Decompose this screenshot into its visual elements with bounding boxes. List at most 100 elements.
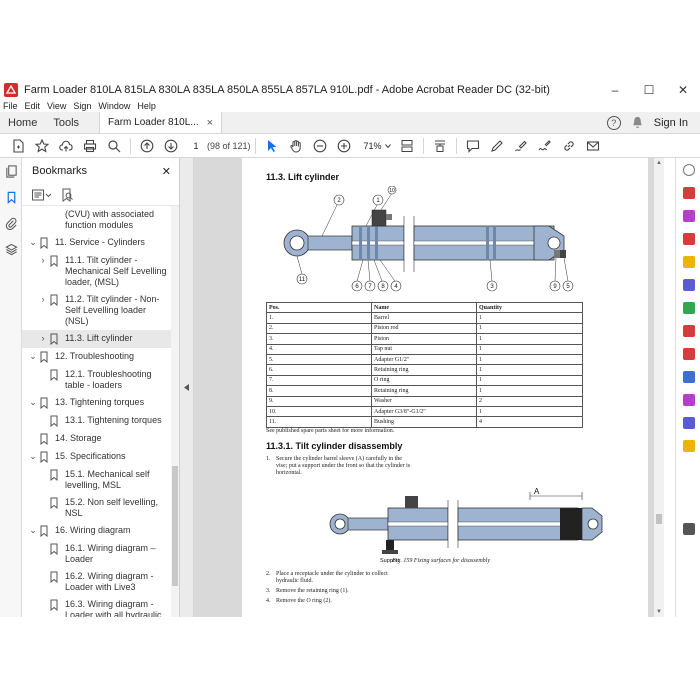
bell-icon[interactable]	[631, 116, 644, 129]
tab-home[interactable]: Home	[0, 112, 45, 133]
send-for-signature-tool-button[interactable]	[676, 411, 700, 434]
page-thumbnails-button[interactable]	[0, 158, 22, 184]
expand-chevron-icon[interactable]: ›	[38, 294, 48, 305]
bookmark-options-icon[interactable]	[32, 189, 52, 201]
close-window-button[interactable]: ✕	[666, 83, 700, 97]
step-text: horizontal.	[276, 470, 302, 476]
menu-file[interactable]: File	[3, 101, 18, 111]
bookmark-item[interactable]: 15.2. Non self levelling, NSL	[22, 494, 172, 522]
bookmark-item[interactable]: 13.1. Tightening torques	[22, 412, 172, 430]
redact-tool-button[interactable]	[676, 342, 700, 365]
combine-files-tool-button[interactable]	[676, 273, 700, 296]
create-pdf-button[interactable]	[6, 136, 30, 156]
right-tools-rail	[675, 158, 700, 617]
menu-sign[interactable]: Sign	[73, 101, 91, 111]
rotate-view-button[interactable]	[428, 136, 452, 156]
table-cell-quantity: 2	[476, 395, 583, 407]
bookmarks-panel-button[interactable]	[0, 184, 22, 210]
bookmark-item[interactable]: 16.3. Wiring diagram - Loader with all h…	[22, 596, 172, 617]
comment-search-tool-button[interactable]	[676, 158, 700, 181]
menu-window[interactable]: Window	[98, 101, 130, 111]
add-comment-button[interactable]	[461, 136, 485, 156]
compress-pdf-tool-button[interactable]	[676, 319, 700, 342]
print-button[interactable]	[78, 136, 102, 156]
sign-in-button[interactable]: Sign In	[654, 117, 688, 129]
menu-edit[interactable]: Edit	[25, 101, 41, 111]
bookmark-star-button[interactable]	[30, 136, 54, 156]
bookmark-item[interactable]: ⌄ 12. Troubleshooting	[22, 348, 172, 366]
help-icon[interactable]: ?	[606, 115, 621, 130]
menu-view[interactable]: View	[47, 101, 66, 111]
attachments-button[interactable]	[0, 210, 22, 236]
export-pdf-tool-button[interactable]	[676, 181, 700, 204]
maximize-button[interactable]: ☐	[632, 83, 666, 97]
upload-cloud-button[interactable]	[54, 136, 78, 156]
tab-tools[interactable]: Tools	[45, 112, 87, 133]
expand-chevron-icon[interactable]: ⌄	[28, 451, 38, 462]
share-button[interactable]	[557, 136, 581, 156]
fill-sign-button[interactable]	[533, 136, 557, 156]
highlight-button[interactable]	[485, 136, 509, 156]
close-panel-icon[interactable]: ✕	[162, 165, 171, 178]
bookmark-item[interactable]: › 11.3. Lift cylinder	[22, 330, 172, 348]
draw-button[interactable]	[509, 136, 533, 156]
layers-button[interactable]	[0, 236, 22, 262]
protect-tool-button[interactable]	[676, 365, 700, 388]
expand-chevron-icon[interactable]: ⌄	[28, 525, 38, 536]
previous-page-button[interactable]	[135, 136, 159, 156]
expand-chevron-icon[interactable]: ›	[38, 255, 48, 266]
pdf-page: 11.3. Lift cylinder 2 1 10 11 6 7 8 4 3 …	[242, 158, 648, 617]
bookmark-item[interactable]: ⌄ 11. Service - Cylinders	[22, 234, 172, 252]
bookmark-item[interactable]: 14. Storage	[22, 430, 172, 448]
bookmark-icon	[40, 451, 48, 463]
fill-sign-tool-button[interactable]	[676, 388, 700, 411]
bookmarks-scroll-thumb[interactable]	[172, 466, 178, 586]
tab-document[interactable]: Farm Loader 810L... ×	[99, 112, 223, 133]
find-button[interactable]	[102, 136, 126, 156]
organize-pages-tool-button[interactable]	[676, 296, 700, 319]
zoom-in-button[interactable]	[332, 136, 356, 156]
bookmark-item[interactable]: › 11.2. Tilt cylinder - Non-Self Levellin…	[22, 291, 172, 330]
tab-close-icon[interactable]: ×	[207, 117, 213, 129]
zoom-out-button[interactable]	[308, 136, 332, 156]
pdf-file-tool-button[interactable]	[676, 434, 700, 457]
zoom-select[interactable]: 71%	[360, 140, 395, 152]
document-scroll-thumb[interactable]	[656, 514, 662, 524]
panel-collapse-handle[interactable]	[180, 158, 194, 617]
next-page-button[interactable]	[159, 136, 183, 156]
menu-help[interactable]: Help	[137, 101, 156, 111]
search-bookmark-icon[interactable]	[60, 188, 74, 202]
bookmark-item[interactable]: 15.1. Mechanical self levelling, MSL	[22, 466, 172, 494]
bookmark-item[interactable]: (CVU) with associated function modules	[22, 206, 172, 234]
expand-chevron-icon[interactable]: ⌄	[28, 237, 38, 248]
expand-chevron-icon[interactable]: ⌄	[28, 351, 38, 362]
email-button[interactable]	[581, 136, 605, 156]
table-cell-name: O ring	[371, 374, 477, 387]
scroll-down-arrow-icon[interactable]: ▼	[654, 609, 664, 615]
select-tool-button[interactable]	[260, 136, 284, 156]
comment-tool-button[interactable]	[676, 250, 700, 273]
table-cell-name: Tap nut	[371, 343, 477, 355]
bookmark-item[interactable]: › 11.1. Tilt cylinder - Mechanical Self L…	[22, 252, 172, 291]
document-viewport[interactable]: 11.3. Lift cylinder 2 1 10 11 6 7 8 4 3 …	[194, 158, 654, 617]
page-layout-button[interactable]	[395, 136, 419, 156]
bookmark-item[interactable]: 16.2. Wiring diagram -Loader with Live3	[22, 568, 172, 596]
bookmark-item[interactable]: ⌄ 15. Specifications	[22, 448, 172, 466]
expand-chevron-icon[interactable]: ⌄	[28, 397, 38, 408]
create-pdf-tool-button[interactable]	[676, 227, 700, 250]
hand-tool-button[interactable]	[284, 136, 308, 156]
table-cell-quantity: 1	[476, 385, 583, 397]
bookmark-item[interactable]: 16.1. Wiring diagram – Loader	[22, 540, 172, 568]
step-text: Place a receptacle under the cylinder to…	[276, 571, 388, 577]
document-scrollbar[interactable]: ▲ ▼	[654, 158, 664, 617]
more-tools-tool-button[interactable]	[676, 517, 700, 540]
page-number-input[interactable]: 1	[189, 141, 203, 151]
bookmarks-scrollbar[interactable]	[171, 206, 179, 617]
expand-chevron-icon[interactable]: ›	[38, 333, 48, 344]
minimize-button[interactable]: –	[598, 83, 632, 97]
edit-pdf-tool-button[interactable]	[676, 204, 700, 227]
bookmark-item[interactable]: 12.1. Troubleshooting table - loaders	[22, 366, 172, 394]
scroll-up-arrow-icon[interactable]: ▲	[654, 160, 664, 166]
bookmark-item[interactable]: ⌄ 16. Wiring diagram	[22, 522, 172, 540]
bookmark-item[interactable]: ⌄ 13. Tightening torques	[22, 394, 172, 412]
